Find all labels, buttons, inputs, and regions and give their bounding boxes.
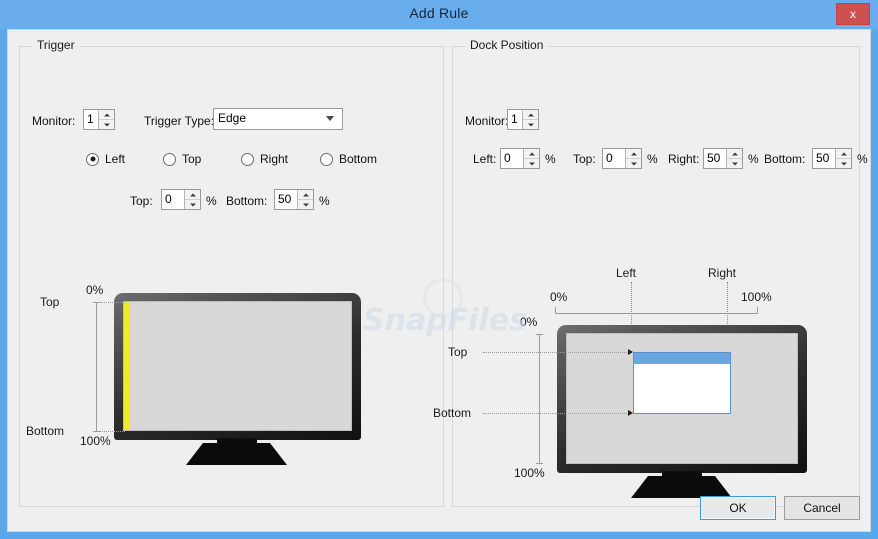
trigger-vertical-axis <box>96 302 97 432</box>
cancel-button[interactable]: Cancel <box>784 496 860 520</box>
dock-window-titlebar <box>634 353 730 364</box>
close-icon[interactable]: x <box>836 3 870 25</box>
dialog-client-area: SnapFiles Trigger Monitor: 1 Trigger Typ… <box>7 29 871 532</box>
dock-axis-tick-right <box>757 307 758 314</box>
dock-axis-tick-top <box>536 334 543 335</box>
dock-axis-h-0pct: 0% <box>550 290 568 304</box>
dock-left-caption: Left <box>616 266 637 280</box>
window-title: Add Rule <box>409 5 469 21</box>
trigger-monitor-base <box>186 443 287 465</box>
trigger-top-caption: Top <box>40 295 60 309</box>
dock-bottom-caption: Bottom <box>433 406 472 420</box>
trigger-axis-0pct: 0% <box>86 283 104 297</box>
dock-monitor-base <box>631 476 732 498</box>
trigger-monitor-preview: 0% 100% Top Bottom <box>20 47 445 508</box>
dock-axis-tick-left <box>555 307 556 314</box>
dock-monitor-preview: 0% 100% Left Right 0% 100% Top Bottom <box>433 47 861 508</box>
dock-axis-v-100pct: 100% <box>514 466 545 480</box>
dock-window-preview <box>633 352 731 414</box>
trigger-bottom-callout-line <box>99 431 125 432</box>
trigger-monitor-screen <box>123 301 352 431</box>
dock-axis-h-100pct: 100% <box>741 290 772 304</box>
dock-bottom-callout-line <box>483 413 629 414</box>
trigger-axis-100pct: 100% <box>80 434 111 448</box>
trigger-group: Trigger Monitor: 1 Trigger Type: Edge Le… <box>19 38 445 508</box>
dock-position-group: Dock Position Monitor: 1 Left: 0 % Top: … <box>433 38 868 508</box>
dock-top-callout-arrow <box>628 349 633 355</box>
dock-top-caption: Top <box>448 345 468 359</box>
trigger-bottom-caption: Bottom <box>26 424 65 438</box>
dock-top-callout-line <box>483 352 629 353</box>
title-bar: Add Rule x <box>0 0 878 29</box>
dock-axis-v-0pct: 0% <box>520 315 538 329</box>
dock-axis-tick-bottom <box>536 463 543 464</box>
trigger-top-callout-line <box>99 302 125 303</box>
dock-right-caption: Right <box>708 266 737 280</box>
dock-vertical-axis <box>539 334 540 464</box>
add-rule-dialog: Add Rule x SnapFiles Trigger Monitor: 1 … <box>0 0 878 539</box>
ok-button[interactable]: OK <box>700 496 776 520</box>
trigger-edge-highlight <box>124 302 130 430</box>
dock-bottom-callout-arrow <box>628 410 633 416</box>
